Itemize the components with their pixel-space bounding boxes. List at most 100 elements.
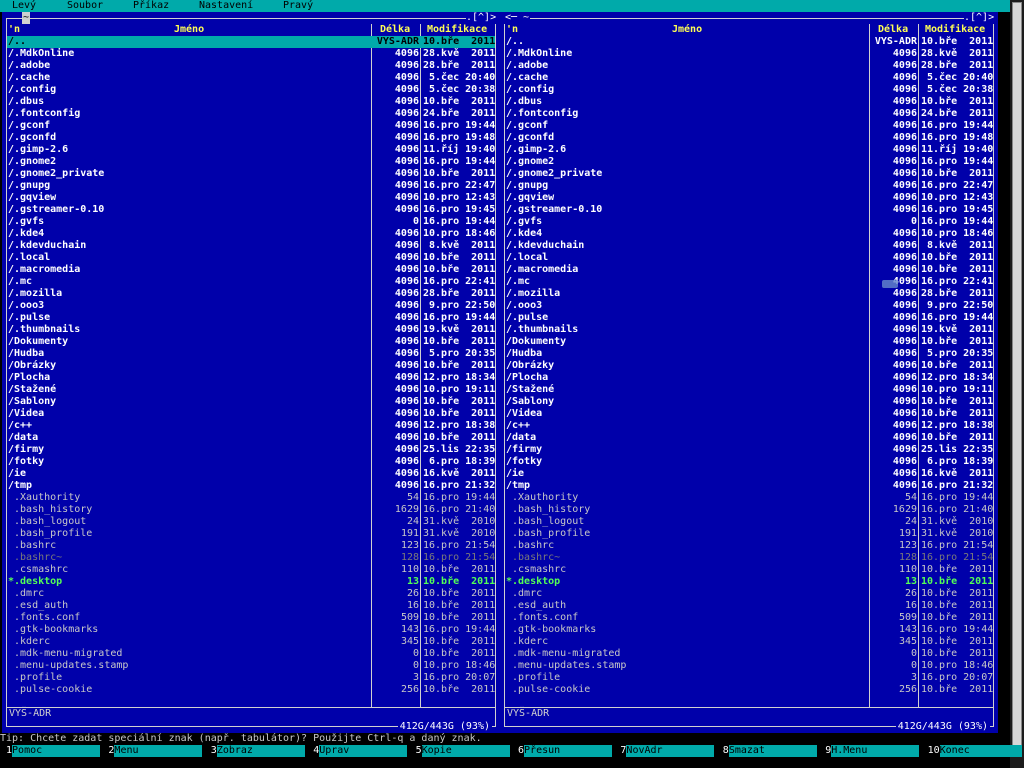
left-panel-file-row[interactable]: .bashrc~ 128 16.pro 21:54 — [7, 552, 495, 564]
left-panel-path[interactable]: ~ — [22, 12, 31, 24]
left-panel-file-row[interactable]: /.dbus 4096 10.bře 2011 — [7, 96, 495, 108]
right-panel[interactable]: <─ ~ .[^]> 'n Jméno Délka Modifikace /..… — [500, 12, 998, 733]
left-panel-file-row[interactable]: .kderc 345 10.bře 2011 — [7, 636, 495, 648]
left-panel-file-row[interactable]: /Plocha 4096 12.pro 18:34 — [7, 372, 495, 384]
right-panel-file-row[interactable]: /.gstreamer-0.10 4096 16.pro 19:45 — [505, 204, 993, 216]
left-panel-header-size[interactable]: Délka — [380, 24, 410, 36]
right-panel-file-row[interactable]: /.gnupg 4096 16.pro 22:47 — [505, 180, 993, 192]
right-panel-file-row[interactable]: .dmrc 26 10.bře 2011 — [505, 588, 993, 600]
right-panel-file-row[interactable]: .menu-updates.stamp 0 10.pro 18:46 — [505, 660, 993, 672]
left-panel-header-mtime[interactable]: Modifikace — [427, 24, 487, 36]
left-panel-file-row[interactable]: /ie 4096 16.kvě 2011 — [7, 468, 495, 480]
right-panel-file-row[interactable]: /.gconfd 4096 16.pro 19:48 — [505, 132, 993, 144]
right-panel-file-row[interactable]: /data 4096 10.bře 2011 — [505, 432, 993, 444]
left-panel-file-row[interactable]: .bash_history 1629 16.pro 21:40 — [7, 504, 495, 516]
right-panel-file-row[interactable]: .fonts.conf 509 10.bře 2011 — [505, 612, 993, 624]
right-panel-file-row[interactable]: .bash_profile 191 31.kvě 2010 — [505, 528, 993, 540]
left-panel-file-row[interactable]: /Videa 4096 10.bře 2011 — [7, 408, 495, 420]
left-panel-file-row[interactable]: /.gnome2_private 4096 10.bře 2011 — [7, 168, 495, 180]
right-panel-file-row[interactable]: /.kdevduchain 4096 8.kvě 2011 — [505, 240, 993, 252]
left-panel-file-row[interactable]: /.gnupg 4096 16.pro 22:47 — [7, 180, 495, 192]
right-panel-file-row[interactable]: .pulse-cookie 256 10.bře 2011 — [505, 684, 993, 696]
right-panel-file-row[interactable]: .profile 3 16.pro 20:07 — [505, 672, 993, 684]
menu-item-file[interactable]: Soubor — [67, 0, 103, 12]
right-panel-sort-indicator[interactable]: 'n — [506, 24, 518, 36]
right-panel-file-row[interactable]: /.fontconfig 4096 24.bře 2011 — [505, 108, 993, 120]
right-panel-file-row[interactable]: .csmashrc 110 10.bře 2011 — [505, 564, 993, 576]
right-panel-corner-controls[interactable]: .[^]> — [964, 12, 995, 24]
left-panel[interactable]: ~ .[^]> 'n Jméno Délka Modifikace /.. VYŠ… — [2, 12, 500, 733]
right-panel-file-row[interactable]: /.. VYŠ-ADR 10.bře 2011 — [505, 36, 993, 48]
left-panel-file-row[interactable]: /.gvfs 0 16.pro 19:44 — [7, 216, 495, 228]
right-panel-file-row[interactable]: /.gqview 4096 10.pro 12:43 — [505, 192, 993, 204]
left-panel-file-row[interactable]: /.gconf 4096 16.pro 19:44 — [7, 120, 495, 132]
left-panel-file-row[interactable]: /.mozilla 4096 28.bře 2011 — [7, 288, 495, 300]
left-panel-file-row[interactable]: /.adobe 4096 28.bře 2011 — [7, 60, 495, 72]
right-panel-file-row[interactable]: *.desktop 13 10.bře 2011 — [505, 576, 993, 588]
left-panel-file-row[interactable]: /.gqview 4096 10.pro 12:43 — [7, 192, 495, 204]
left-panel-file-row[interactable]: /tmp 4096 16.pro 21:32 — [7, 480, 495, 492]
left-panel-file-row[interactable]: /.macromedia 4096 10.bře 2011 — [7, 264, 495, 276]
right-panel-file-row[interactable]: /Obrázky 4096 10.bře 2011 — [505, 360, 993, 372]
left-panel-file-row[interactable]: .dmrc 26 10.bře 2011 — [7, 588, 495, 600]
right-panel-file-row[interactable]: /.gnome2 4096 16.pro 19:44 — [505, 156, 993, 168]
menu-item-right[interactable]: Pravý — [283, 0, 313, 12]
left-panel-file-row[interactable]: /.mc 4096 16.pro 22:41 — [7, 276, 495, 288]
right-panel-file-row[interactable]: /fotky 4096 6.pro 18:39 — [505, 456, 993, 468]
left-panel-file-row[interactable]: .mdk-menu-migrated 0 10.bře 2011 — [7, 648, 495, 660]
right-panel-file-row[interactable]: /.adobe 4096 28.bře 2011 — [505, 60, 993, 72]
right-panel-header-mtime[interactable]: Modifikace — [925, 24, 985, 36]
right-panel-file-row[interactable]: .bashrc 123 16.pro 21:54 — [505, 540, 993, 552]
fkey-konec-button[interactable]: 10Konec — [928, 745, 1022, 757]
left-panel-file-row[interactable]: /c++ 4096 12.pro 18:38 — [7, 420, 495, 432]
fkey-p-esun-button[interactable]: 6Přesun — [518, 745, 613, 757]
menu-item-command[interactable]: Příkaz — [133, 0, 169, 12]
fkey-menu-button[interactable]: 2Menu — [108, 745, 203, 757]
right-panel-file-row[interactable]: /.cache 4096 5.čec 20:40 — [505, 72, 993, 84]
fkey-h-menu-button[interactable]: 9H.Menu — [825, 745, 920, 757]
right-panel-file-row[interactable]: /.gnome2_private 4096 10.bře 2011 — [505, 168, 993, 180]
left-panel-file-row[interactable]: .bash_profile 191 31.kvě 2010 — [7, 528, 495, 540]
right-panel-file-row[interactable]: /Plocha 4096 12.pro 18:34 — [505, 372, 993, 384]
left-panel-file-row[interactable]: .gtk-bookmarks 143 16.pro 19:44 — [7, 624, 495, 636]
right-panel-file-row[interactable]: /c++ 4096 12.pro 18:38 — [505, 420, 993, 432]
right-panel-file-row[interactable]: .kderc 345 10.bře 2011 — [505, 636, 993, 648]
left-panel-file-row[interactable]: /.ooo3 4096 9.pro 22:50 — [7, 300, 495, 312]
fkey-kopie-button[interactable]: 5Kopie — [416, 745, 510, 757]
left-panel-file-row[interactable]: /.gstreamer-0.10 4096 16.pro 19:45 — [7, 204, 495, 216]
left-panel-file-row[interactable]: .esd_auth 16 10.bře 2011 — [7, 600, 495, 612]
left-panel-file-row[interactable]: /fotky 4096 6.pro 18:39 — [7, 456, 495, 468]
right-panel-file-row[interactable]: /Dokumenty 4096 10.bře 2011 — [505, 336, 993, 348]
left-panel-file-row[interactable]: /.. VYŠ-ADR 10.bře 2011 — [7, 36, 495, 48]
right-panel-file-row[interactable]: /ie 4096 16.kvě 2011 — [505, 468, 993, 480]
right-panel-file-row[interactable]: /Videa 4096 10.bře 2011 — [505, 408, 993, 420]
right-panel-file-row[interactable]: /.gconf 4096 16.pro 19:44 — [505, 120, 993, 132]
right-panel-header-name[interactable]: Jméno — [672, 24, 702, 36]
left-panel-file-row[interactable]: /.kdevduchain 4096 8.kvě 2011 — [7, 240, 495, 252]
left-panel-header-name[interactable]: Jméno — [174, 24, 204, 36]
left-panel-file-row[interactable]: /.MdkOnline 4096 28.kvě 2011 — [7, 48, 495, 60]
left-panel-file-row[interactable]: /.gconfd 4096 16.pro 19:48 — [7, 132, 495, 144]
right-panel-file-row[interactable]: /.gvfs 0 16.pro 19:44 — [505, 216, 993, 228]
right-panel-path[interactable]: <─ ~ — [504, 12, 531, 24]
left-panel-file-row[interactable]: /data 4096 10.bře 2011 — [7, 432, 495, 444]
window-scrollbar-thumb[interactable] — [1012, 2, 1022, 746]
left-panel-file-row[interactable]: .Xauthority 54 16.pro 19:44 — [7, 492, 495, 504]
left-panel-file-row[interactable]: /.thumbnails 4096 19.kvě 2011 — [7, 324, 495, 336]
menu-item-left[interactable]: Levý — [12, 0, 36, 12]
left-panel-file-row[interactable]: /Stažené 4096 10.pro 19:11 — [7, 384, 495, 396]
right-panel-file-row[interactable]: /.mc 4096 16.pro 22:41 — [505, 276, 993, 288]
fkey-uprav-button[interactable]: 4Uprav — [313, 745, 408, 757]
left-panel-corner-controls[interactable]: .[^]> — [466, 12, 497, 24]
fkey-novadr-button[interactable]: 7NovAdr — [620, 745, 715, 757]
right-panel-file-row[interactable]: /.gimp-2.6 4096 11.říj 19:40 — [505, 144, 993, 156]
right-panel-file-row[interactable]: /.macromedia 4096 10.bře 2011 — [505, 264, 993, 276]
left-panel-file-row[interactable]: /.gnome2 4096 16.pro 19:44 — [7, 156, 495, 168]
menu-item-options[interactable]: Nastavení — [199, 0, 253, 12]
left-panel-file-row[interactable]: /Obrázky 4096 10.bře 2011 — [7, 360, 495, 372]
right-panel-file-row[interactable]: .Xauthority 54 16.pro 19:44 — [505, 492, 993, 504]
fkey-smazat-button[interactable]: 8Smazat — [723, 745, 817, 757]
right-panel-file-row[interactable]: .gtk-bookmarks 143 16.pro 19:44 — [505, 624, 993, 636]
right-panel-file-row[interactable]: .bash_logout 24 31.kvě 2010 — [505, 516, 993, 528]
left-panel-file-row[interactable]: .fonts.conf 509 10.bře 2011 — [7, 612, 495, 624]
